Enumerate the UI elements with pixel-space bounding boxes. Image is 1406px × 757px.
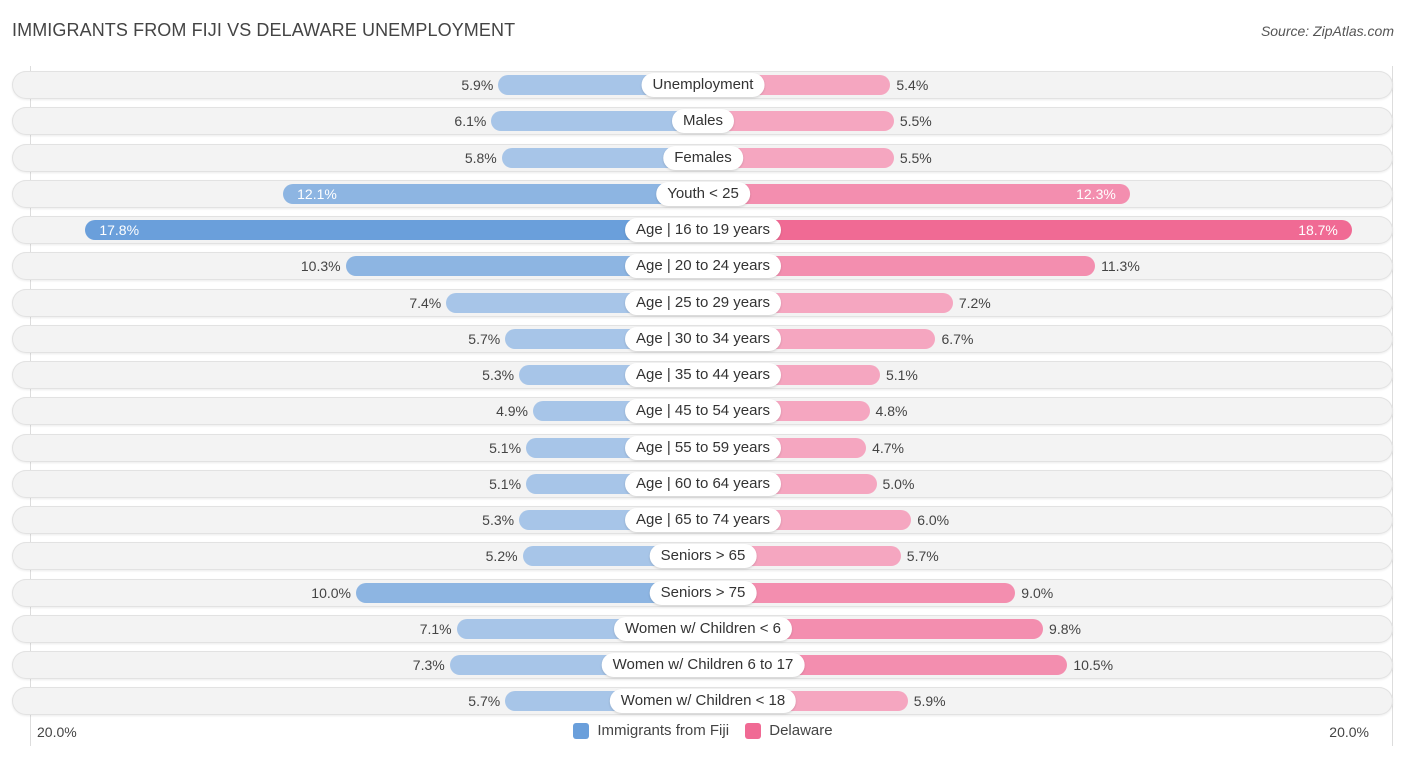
value-label-delaware: 7.2% [958,294,991,311]
value-label-delaware: 5.1% [885,367,918,383]
value-label-fiji: 5.7% [468,330,501,347]
value-label-delaware: 5.5% [899,149,932,166]
category-label: Age | 30 to 34 years [625,326,781,351]
category-label: Youth < 25 [656,181,750,206]
value-label-delaware: 12.3% [1076,185,1116,202]
value-label-delaware: 11.3% [1101,258,1140,275]
category-label: Women w/ Children < 6 [613,616,793,641]
value-label-delaware: 4.7% [872,439,904,456]
value-label-fiji: 17.8% [99,222,140,238]
value-label-fiji: 5.3% [482,367,515,383]
category-label: Women w/ Children < 18 [609,689,797,714]
category-label: Age | 20 to 24 years [625,254,781,279]
category-label: Age | 45 to 54 years [625,399,781,424]
legend-label-fiji: Immigrants from Fiji [597,722,730,739]
category-label: Seniors > 75 [649,580,757,605]
category-label: Age | 55 to 59 years [625,435,781,460]
value-label-fiji: 10.0% [311,584,351,601]
value-label-delaware: 18.7% [1298,222,1338,238]
value-label-fiji: 5.1% [489,439,522,456]
value-label-fiji: 5.2% [485,548,518,565]
legend: Immigrants from Fiji Delaware [0,722,1406,743]
value-label-delaware: 5.9% [913,693,946,710]
category-label: Unemployment [641,73,765,97]
legend-swatch-delaware [745,722,762,739]
value-label-fiji: 5.7% [468,693,501,710]
legend-swatch-fiji [573,722,590,739]
value-label-delaware: 6.0% [917,512,950,528]
category-label: Age | 60 to 64 years [625,471,781,496]
value-label-fiji: 5.8% [464,149,497,166]
value-label-fiji: 10.3% [300,258,341,275]
value-label-fiji: 7.1% [419,620,452,637]
category-label: Women w/ Children 6 to 17 [601,653,805,677]
value-label-delaware: 4.8% [875,403,908,420]
legend-item-fiji[interactable]: Immigrants from Fiji [573,722,729,739]
category-label: Males [671,109,735,134]
value-label-delaware: 6.7% [941,330,974,347]
category-label: Age | 35 to 44 years [625,363,781,387]
legend-item-delaware[interactable]: Delaware [745,722,833,739]
value-label-delaware: 10.5% [1073,657,1114,673]
value-label-fiji: 5.9% [461,77,494,93]
category-label: Seniors > 65 [649,544,757,569]
value-label-fiji: 5.3% [482,512,515,528]
diverging-bar-chart: 5.9% 5.4% Unemployment 6.1% 5.5% Males 5.8% 5.5… [0,0,1406,757]
value-label-delaware: 5.5% [899,113,932,130]
category-label: Females [663,145,743,170]
value-label-fiji: 12.1% [297,185,337,202]
value-label-delaware: 5.4% [896,77,929,93]
value-label-fiji: 5.1% [489,475,522,492]
value-label-delaware: 5.7% [906,548,939,565]
bar-fiji[interactable] [283,183,703,204]
value-label-delaware: 9.8% [1049,620,1081,637]
category-label: Age | 16 to 19 years [625,218,781,242]
value-label-fiji: 4.9% [496,403,528,420]
value-label-fiji: 6.1% [454,113,487,130]
bar-delaware[interactable] [703,183,1130,204]
value-label-fiji: 7.4% [409,294,442,311]
category-label: Age | 25 to 29 years [625,290,781,315]
value-label-fiji: 7.3% [412,657,445,673]
bar-fiji[interactable] [85,220,703,240]
legend-label-delaware: Delaware [769,722,833,739]
value-label-delaware: 5.0% [882,475,915,492]
category-label: Age | 65 to 74 years [625,508,781,532]
value-label-delaware: 9.0% [1021,584,1054,601]
bar-delaware[interactable] [703,220,1352,240]
